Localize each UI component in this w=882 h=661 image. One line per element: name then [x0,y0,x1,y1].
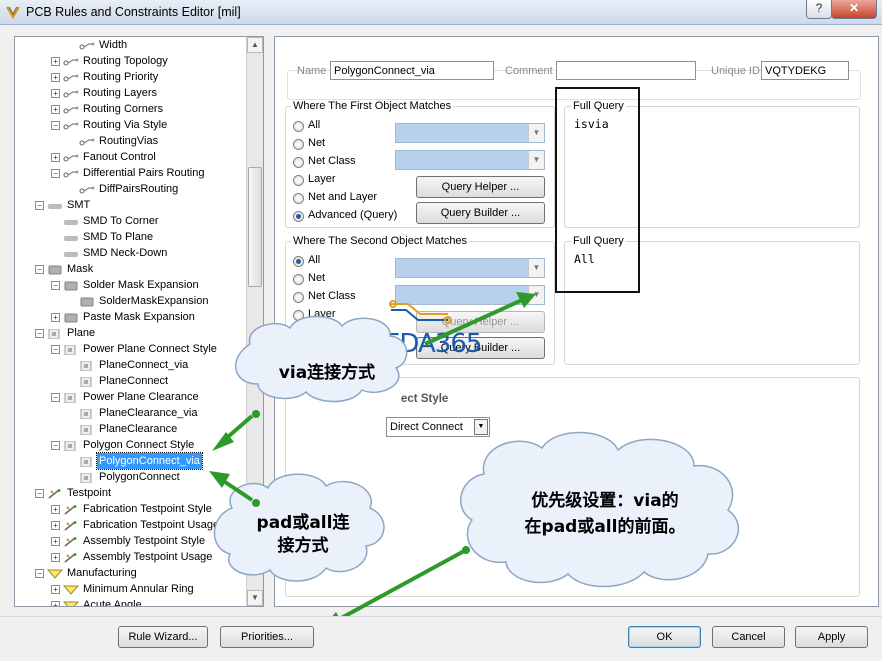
dialog-button-bar: Rule Wizard... Priorities... OK Cancel A… [0,616,882,661]
ok-button[interactable]: OK [628,626,701,648]
priority-callout-text: 优先级设置：via的 在pad或all的前面。 [490,488,720,540]
priorities-button[interactable]: Priorities... [220,626,314,648]
rule-wizard-button[interactable]: Rule Wizard... [118,626,208,648]
cancel-button[interactable]: Cancel [712,626,785,648]
apply-button[interactable]: Apply [795,626,868,648]
pad-callout-line: pad或all连 [256,513,350,533]
via-callout-text: via连接方式 [278,363,376,383]
pad-callout-line: 接方式 [277,536,329,556]
callout-overlay [209,292,740,630]
priority-callout-line: 优先级设置：via的 [531,491,679,511]
priority-callout-line: 在pad或all的前面。 [524,517,686,537]
pad-callout-text: pad或all连 接方式 [238,512,368,558]
